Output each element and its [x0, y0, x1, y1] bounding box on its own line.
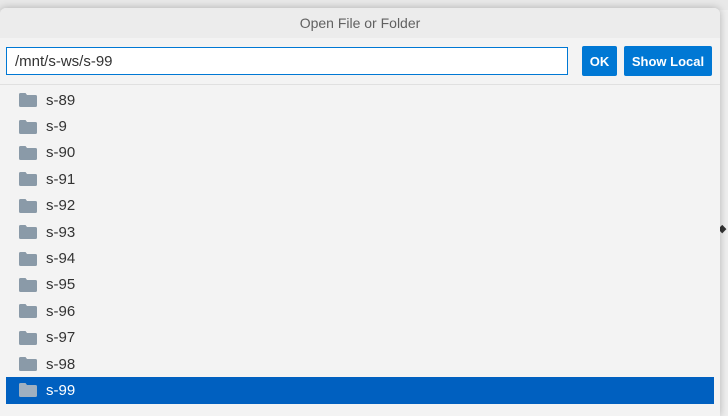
list-item-label: s-98: [46, 355, 76, 373]
folder-icon: [19, 119, 37, 134]
list-item[interactable]: s-89: [6, 87, 714, 113]
list-item-label: s-96: [46, 302, 76, 320]
list-item-label: s-99: [46, 381, 76, 399]
list-item[interactable]: s-98: [6, 351, 714, 377]
path-input-row: OK Show Local: [0, 38, 720, 84]
dialog-title: Open File or Folder: [0, 8, 720, 38]
folder-icon: [19, 330, 37, 345]
list-item[interactable]: s-91: [6, 166, 714, 192]
list-item-selected[interactable]: s-99: [6, 377, 714, 404]
ok-button[interactable]: OK: [582, 46, 617, 76]
list-item[interactable]: s-9: [6, 113, 714, 139]
list-item-label: s-89: [46, 91, 76, 109]
folder-icon: [19, 277, 37, 292]
file-list: s-89 s-9 s-90 s-91 s-92 s-93 s-94 s-95 s…: [0, 84, 720, 416]
folder-icon: [19, 304, 37, 319]
list-item[interactable]: s-95: [6, 272, 714, 298]
open-file-dialog: Open File or Folder OK Show Local s-89 s…: [0, 8, 720, 416]
list-item-label: s-90: [46, 144, 76, 162]
list-item-label: s-95: [46, 276, 76, 294]
list-item-label: s-93: [46, 223, 76, 241]
list-item[interactable]: s-92: [6, 193, 714, 219]
folder-icon: [19, 225, 37, 240]
show-local-button[interactable]: Show Local: [624, 46, 712, 76]
list-item[interactable]: s-94: [6, 245, 714, 271]
screen: ◆ Open File or Folder OK Show Local s-89…: [0, 0, 728, 416]
list-item-label: s-91: [46, 170, 76, 188]
folder-icon: [19, 172, 37, 187]
list-item-label: s-9: [46, 118, 67, 136]
folder-icon: [19, 383, 37, 398]
list-item-label: s-94: [46, 250, 76, 268]
folder-icon: [19, 93, 37, 108]
list-item[interactable]: s-97: [6, 325, 714, 351]
list-item-label: s-92: [46, 197, 76, 215]
folder-icon: [19, 357, 37, 372]
path-input[interactable]: [6, 47, 568, 75]
folder-icon: [19, 251, 37, 266]
list-item[interactable]: s-90: [6, 140, 714, 166]
list-item[interactable]: s-93: [6, 219, 714, 245]
list-item-label: s-97: [46, 329, 76, 347]
folder-icon: [19, 198, 37, 213]
list-item[interactable]: s-96: [6, 298, 714, 324]
folder-icon: [19, 145, 37, 160]
